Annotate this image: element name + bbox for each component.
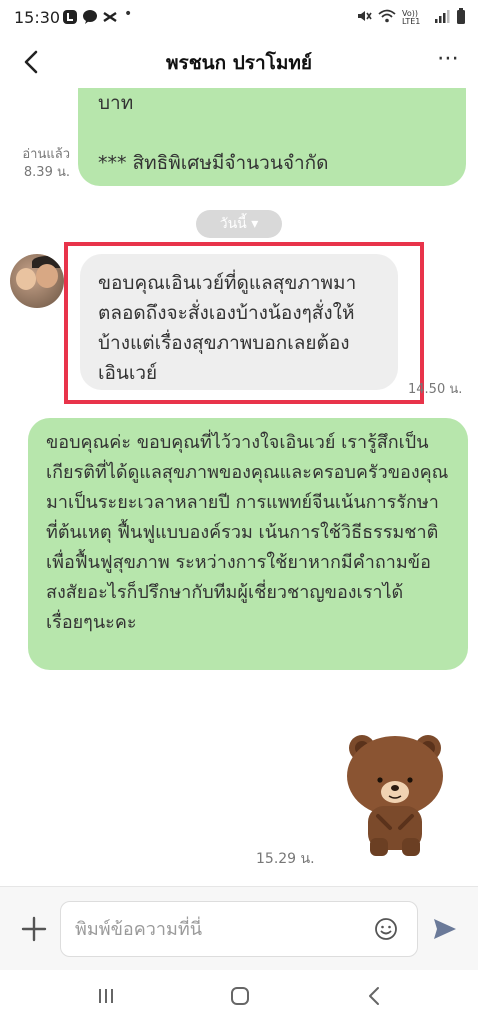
outgoing-message[interactable]: ขอบคุณค่ะ ขอบคุณที่ไว้วางใจเอินเวย์ เราร… bbox=[28, 418, 468, 670]
chat-area[interactable]: บาท *** สิทธิพิเศษมีจำนวนจำกัด อ่านแล้ว … bbox=[0, 88, 478, 886]
message-time: 14.50 น. bbox=[408, 382, 463, 397]
recent-apps-icon bbox=[99, 989, 113, 1003]
message-input[interactable] bbox=[60, 901, 418, 957]
brown-bear-sticker[interactable] bbox=[342, 728, 448, 858]
highlight-box bbox=[64, 242, 424, 404]
more-icon: ⋯ bbox=[437, 46, 460, 71]
send-button[interactable] bbox=[432, 917, 458, 941]
line-chat-icon bbox=[82, 9, 98, 28]
home-button[interactable] bbox=[229, 985, 251, 1007]
mute-icon bbox=[356, 9, 372, 27]
line-notification-icon bbox=[62, 9, 78, 28]
system-back-button[interactable] bbox=[366, 984, 382, 1008]
status-bar: 15:30 • Vo)) LTE1 bbox=[0, 0, 478, 36]
date-separator[interactable]: วันนี้ ▾ bbox=[196, 210, 282, 238]
back-icon bbox=[369, 987, 379, 1005]
battery-icon bbox=[456, 8, 466, 28]
more-options-button[interactable]: ⋯ bbox=[437, 46, 460, 71]
chat-title: พรชนก ปราโมทย์ bbox=[165, 52, 313, 74]
chat-header: พรชนก ปราโมทย์ ⋯ bbox=[0, 36, 478, 88]
capcut-icon bbox=[102, 9, 118, 28]
add-attachment-button[interactable] bbox=[20, 915, 48, 949]
dot-icon: • bbox=[124, 6, 133, 22]
message-time: 15.29 น. bbox=[256, 851, 315, 867]
emoji-button[interactable] bbox=[374, 917, 398, 941]
recent-apps-button[interactable] bbox=[96, 986, 116, 1006]
plus-icon bbox=[21, 916, 47, 942]
wifi-icon bbox=[378, 9, 396, 27]
read-status: อ่านแล้ว bbox=[22, 147, 70, 162]
message-text: บาท *** สิทธิพิเศษมีจำนวนจำกัด bbox=[98, 92, 329, 174]
status-time: 15:30 bbox=[14, 8, 61, 27]
signal-icon bbox=[434, 9, 450, 27]
message-text: ขอบคุณค่ะ ขอบคุณที่ไว้วางใจเอินเวย์ เราร… bbox=[46, 432, 449, 633]
read-receipt: อ่านแล้ว 8.39 น. bbox=[8, 146, 70, 182]
avatar[interactable] bbox=[10, 254, 64, 308]
lte-label: Vo)) LTE1 bbox=[402, 9, 421, 26]
smiley-icon bbox=[375, 918, 397, 940]
home-icon bbox=[231, 987, 249, 1005]
message-input-bar bbox=[0, 886, 478, 970]
message-time: 8.39 น. bbox=[23, 165, 70, 180]
send-icon bbox=[434, 919, 456, 939]
status-indicators: Vo)) LTE1 bbox=[356, 8, 466, 28]
system-nav-bar bbox=[0, 970, 478, 1024]
outgoing-message[interactable]: บาท *** สิทธิพิเศษมีจำนวนจำกัด bbox=[78, 88, 466, 186]
